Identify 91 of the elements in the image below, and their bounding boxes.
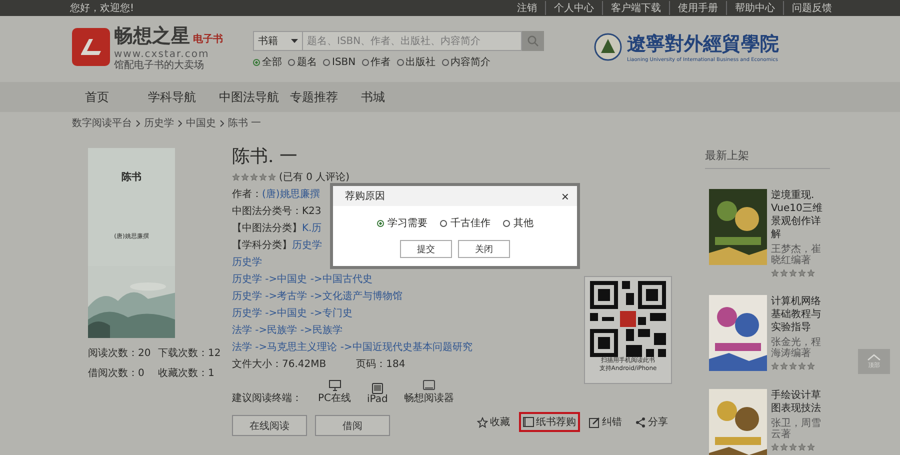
- section-title: 最新上架: [705, 148, 830, 169]
- emblem-icon: [594, 33, 622, 61]
- nav-item[interactable]: 专题推荐: [290, 88, 357, 106]
- book-icon: [523, 417, 534, 427]
- logo-slogan: 馆配电子书的大卖场: [114, 60, 205, 72]
- book-title-link[interactable]: 手绘设计草图表现技法: [771, 389, 830, 415]
- subject-label: 【学科分类】: [232, 238, 292, 252]
- top-link[interactable]: 个人中心: [545, 1, 602, 15]
- scope-radio[interactable]: ISBN: [323, 55, 356, 69]
- qr-code-icon: [590, 281, 666, 357]
- book-title-link[interactable]: 逆境重现. Vue10三维景观创作详解: [771, 189, 830, 241]
- subject-link[interactable]: 历史学: [292, 238, 322, 252]
- logo-tag: 电子书: [193, 32, 223, 46]
- book-author: 王梦杰，崔晓红编著: [771, 244, 822, 266]
- stat-text: 借阅次数：0: [88, 367, 146, 380]
- top-link[interactable]: 帮助中心: [726, 1, 783, 15]
- search-button[interactable]: [522, 31, 544, 51]
- nav-item[interactable]: 中图法导航: [219, 88, 286, 106]
- action-link[interactable]: 收藏: [473, 412, 514, 432]
- clc-link[interactable]: K.历: [302, 220, 322, 234]
- book-author: 张金光，程海涛编著: [771, 337, 822, 359]
- star-icon: [477, 416, 488, 428]
- reason-radio[interactable]: 其他: [502, 216, 534, 230]
- tablet-icon: [372, 383, 383, 394]
- share-icon: [635, 416, 646, 428]
- search-icon: [527, 35, 539, 47]
- institution-name: 遼寧對外經貿學院: [627, 32, 779, 57]
- cover-title: 陈书: [122, 170, 142, 184]
- nav-item[interactable]: 书城: [361, 88, 428, 106]
- action-link[interactable]: 分享: [631, 412, 672, 432]
- scope-radio[interactable]: 全部: [253, 55, 282, 69]
- terminal-label: PC在线: [318, 392, 352, 405]
- dialog-title: 荐购原因: [345, 190, 385, 203]
- dialog-button[interactable]: 关闭: [458, 240, 510, 258]
- stat-text: 收藏次数：1: [158, 366, 216, 380]
- book-title-link[interactable]: 计算机网络基础教程与实验指导: [771, 295, 830, 334]
- review-count: (已有 0 人评论): [279, 170, 350, 184]
- reason-radio[interactable]: 学习需要: [376, 216, 428, 230]
- top-link[interactable]: 客户端下载: [602, 1, 669, 15]
- close-button[interactable]: ×: [561, 188, 569, 204]
- monitor-icon: [328, 380, 340, 391]
- logo-name: 畅想之星: [114, 24, 190, 48]
- chevron-right-icon: [136, 120, 140, 126]
- action-button[interactable]: 在线阅读: [232, 415, 307, 436]
- terminal-label: iPad: [367, 394, 388, 405]
- top-link[interactable]: 问题反馈: [783, 1, 840, 15]
- logo-icon: [72, 28, 110, 66]
- breadcrumb-link[interactable]: 历史学: [144, 116, 174, 130]
- author-link[interactable]: (唐)姚思廉撰: [262, 186, 320, 200]
- breadcrumb-link[interactable]: 数字阅读平台: [72, 116, 132, 130]
- scope-radio[interactable]: 内容简介: [442, 55, 491, 69]
- chevron-up-icon: [867, 354, 881, 360]
- breadcrumb-link[interactable]: 中国史: [186, 116, 216, 130]
- book-author: 张卫，周雪云著: [771, 418, 822, 440]
- terminal-label: 畅想阅读器: [404, 392, 454, 405]
- top-link[interactable]: 注销: [509, 1, 545, 15]
- greeting-text: 您好，欢迎您!: [70, 2, 134, 15]
- nav-item[interactable]: 学科导航: [148, 88, 215, 106]
- subject-path-link[interactable]: 历史学 ->考古学 ->文化遗产与博物馆: [232, 288, 402, 302]
- search-field[interactable]: 题名、ISBN、作者、出版社、内容简介: [303, 31, 522, 51]
- subject-path-link[interactable]: 历史学 ->中国史 ->专门史: [232, 306, 352, 320]
- subject-path-link[interactable]: 历史学 ->中国史 ->中国古代史: [232, 272, 372, 286]
- subject-path-link[interactable]: 法学 ->马克思主义理论 ->中国近现代史基本问题研究: [232, 340, 472, 354]
- edit-icon: [589, 416, 600, 428]
- book-title: 陈书. 一: [232, 145, 298, 168]
- subject-path-link[interactable]: 法学 ->民族学 ->民族学: [232, 322, 342, 336]
- chevron-right-icon: [220, 120, 224, 126]
- breadcrumb-link[interactable]: 陈书 一: [228, 116, 262, 130]
- action-link[interactable]: 纠错: [585, 412, 626, 432]
- action-button[interactable]: 借阅: [315, 415, 390, 436]
- action-link[interactable]: 纸书荐购: [519, 412, 580, 432]
- page-count: 页码：184: [356, 358, 406, 370]
- scope-radio[interactable]: 出版社: [396, 55, 436, 69]
- scope-radio[interactable]: 题名: [288, 55, 317, 69]
- clc-label: 【中图法分类】: [232, 222, 302, 234]
- dialog-button[interactable]: 提交: [400, 240, 452, 258]
- scope-radio[interactable]: 作者: [362, 55, 391, 69]
- author-label: 作者：: [232, 188, 262, 200]
- reason-radio[interactable]: 千古佳作: [440, 216, 490, 230]
- top-link[interactable]: 使用手册: [669, 1, 726, 15]
- stat-text: 阅读次数：20: [88, 346, 152, 360]
- subject-path-link[interactable]: 历史学: [232, 254, 262, 268]
- logo-url: www.cxstar.com: [114, 48, 210, 60]
- reader-icon: [422, 380, 435, 391]
- category-select[interactable]: 书籍: [253, 31, 303, 51]
- caret-icon: [291, 39, 298, 43]
- terminals-label: 建议阅读终端：: [232, 392, 302, 405]
- file-size: 文件大小：76.42MB: [232, 358, 326, 370]
- stat-text: 下载次数：12: [158, 346, 222, 360]
- chevron-right-icon: [178, 120, 182, 126]
- class-number: 中图法分类号：K23: [232, 204, 322, 218]
